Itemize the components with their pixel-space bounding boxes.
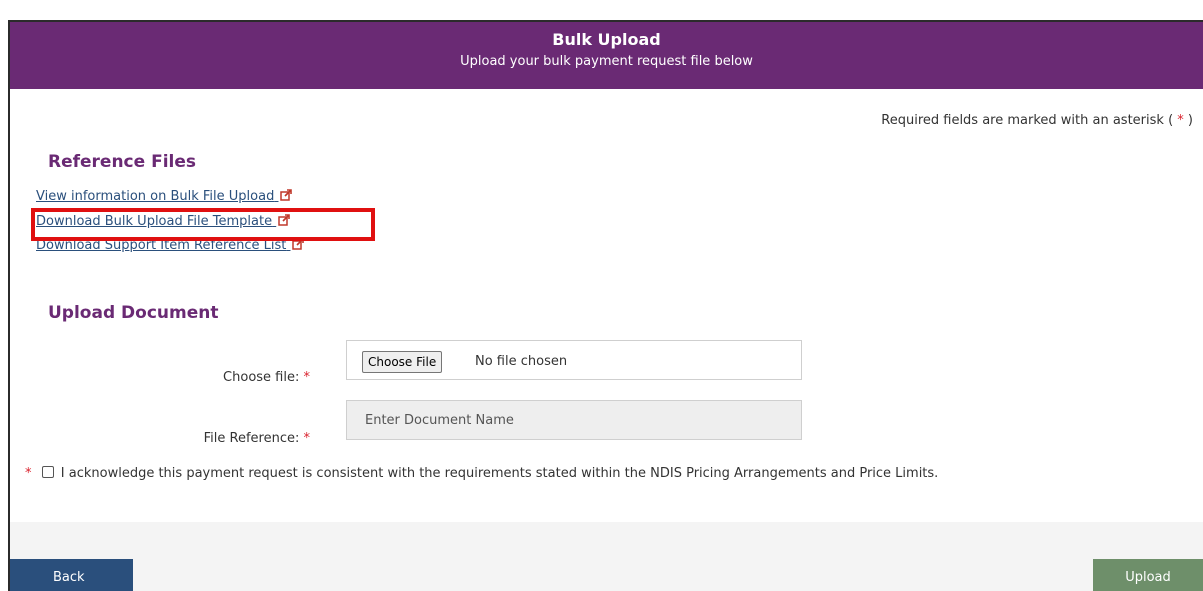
external-link-icon [280, 189, 293, 201]
upload-button[interactable]: Upload [1093, 559, 1203, 591]
acknowledgement-text: I acknowledge this payment request is co… [60, 466, 939, 481]
choose-file-label-text: Choose file: [223, 370, 300, 385]
acknowledgement-checkbox[interactable] [41, 466, 54, 478]
file-reference-label-text: File Reference: [203, 431, 300, 446]
view-bulk-upload-info-link[interactable]: View information on Bulk File Upload [36, 189, 293, 204]
required-fields-note: Required fields are marked with an aster… [881, 113, 1193, 128]
required-asterisk: * [1177, 113, 1184, 128]
back-button[interactable]: Back [10, 559, 133, 591]
upload-document-heading: Upload Document [48, 303, 219, 323]
page-title: Bulk Upload [552, 30, 661, 49]
footer-band: Back Upload [10, 522, 1203, 591]
page-subtitle: Upload your bulk payment request file be… [460, 54, 753, 69]
page-header: Bulk Upload Upload your bulk payment req… [10, 22, 1203, 89]
required-asterisk: * [25, 466, 32, 481]
file-reference-label: File Reference: * [10, 431, 310, 446]
reference-files-heading: Reference Files [48, 152, 197, 172]
choose-file-button[interactable]: Choose File [362, 351, 443, 373]
required-asterisk: * [303, 431, 311, 446]
no-file-chosen-text: No file chosen [475, 354, 568, 369]
highlight-box [31, 208, 375, 241]
required-asterisk: * [303, 370, 311, 385]
file-reference-input[interactable] [346, 400, 802, 440]
acknowledgement-row: * I acknowledge this payment request is … [25, 466, 938, 481]
choose-file-label: Choose file: * [10, 370, 310, 385]
file-input: Choose File No file chosen [346, 340, 802, 380]
bulk-upload-panel: Bulk Upload Upload your bulk payment req… [8, 20, 1203, 591]
link-label: View information on Bulk File Upload [36, 189, 275, 204]
required-note-suffix: ) [1187, 113, 1193, 128]
required-note-prefix: Required fields are marked with an aster… [881, 113, 1174, 128]
